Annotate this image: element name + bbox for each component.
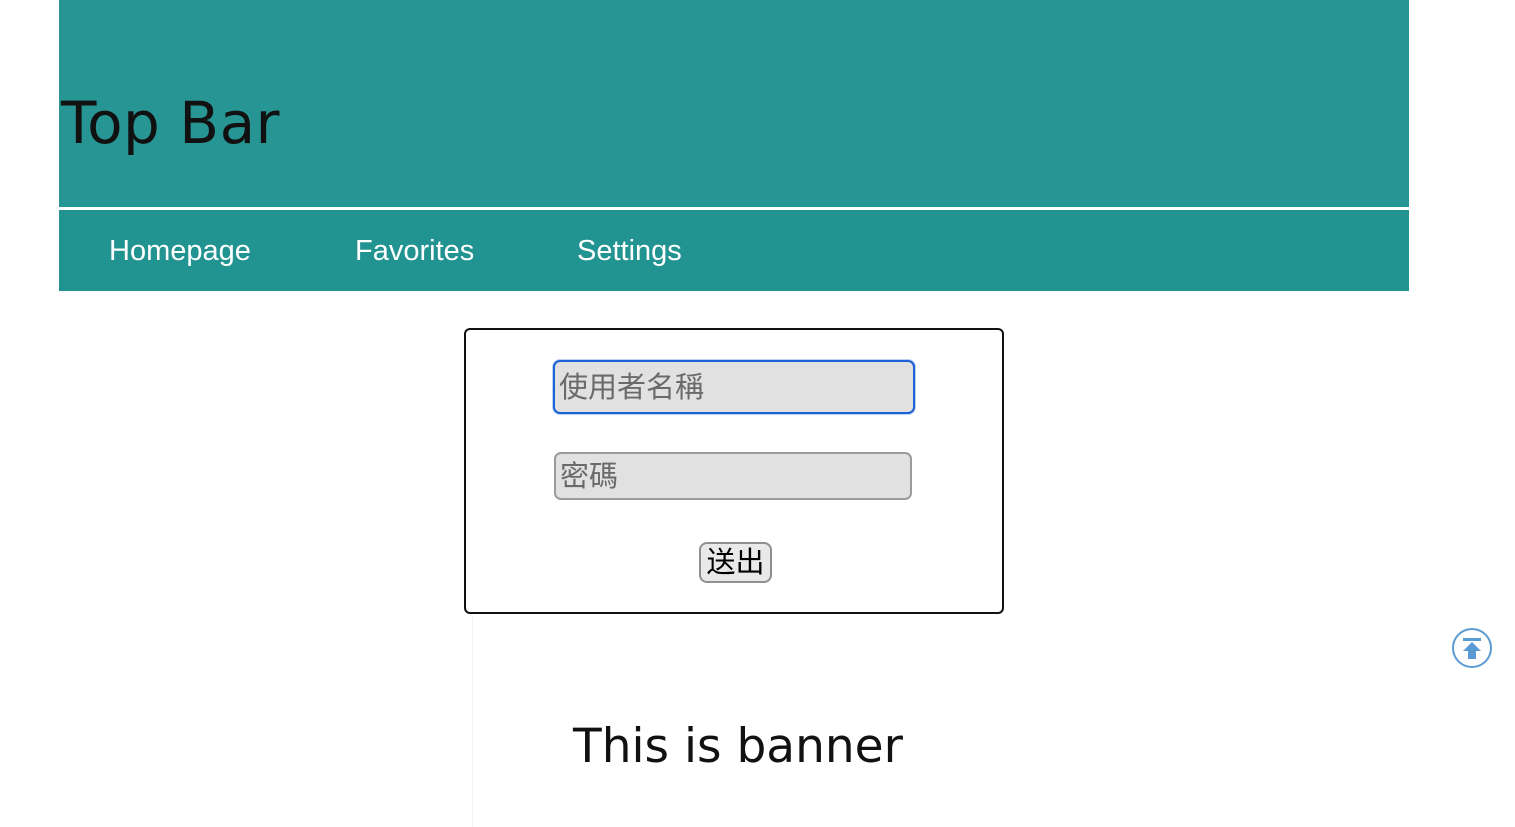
username-input[interactable] bbox=[553, 360, 915, 414]
page: Top Bar Homepage Favorites Settings 送出 T… bbox=[0, 0, 1515, 827]
password-input[interactable] bbox=[554, 452, 912, 500]
arrow-up-to-top-icon bbox=[1452, 628, 1492, 668]
top-bar-title: Top Bar bbox=[61, 89, 280, 157]
nav-bar: Homepage Favorites Settings bbox=[59, 210, 1409, 291]
nav-item-favorites[interactable]: Favorites bbox=[355, 232, 474, 270]
scroll-to-top-button[interactable] bbox=[1452, 628, 1492, 668]
login-form: 送出 bbox=[464, 328, 1004, 614]
nav-item-homepage[interactable]: Homepage bbox=[109, 232, 251, 270]
banner: This is banner bbox=[472, 615, 1013, 827]
nav-item-settings[interactable]: Settings bbox=[577, 232, 682, 270]
banner-text: This is banner bbox=[573, 719, 903, 774]
submit-button[interactable]: 送出 bbox=[699, 542, 772, 583]
top-bar: Top Bar bbox=[59, 0, 1409, 207]
